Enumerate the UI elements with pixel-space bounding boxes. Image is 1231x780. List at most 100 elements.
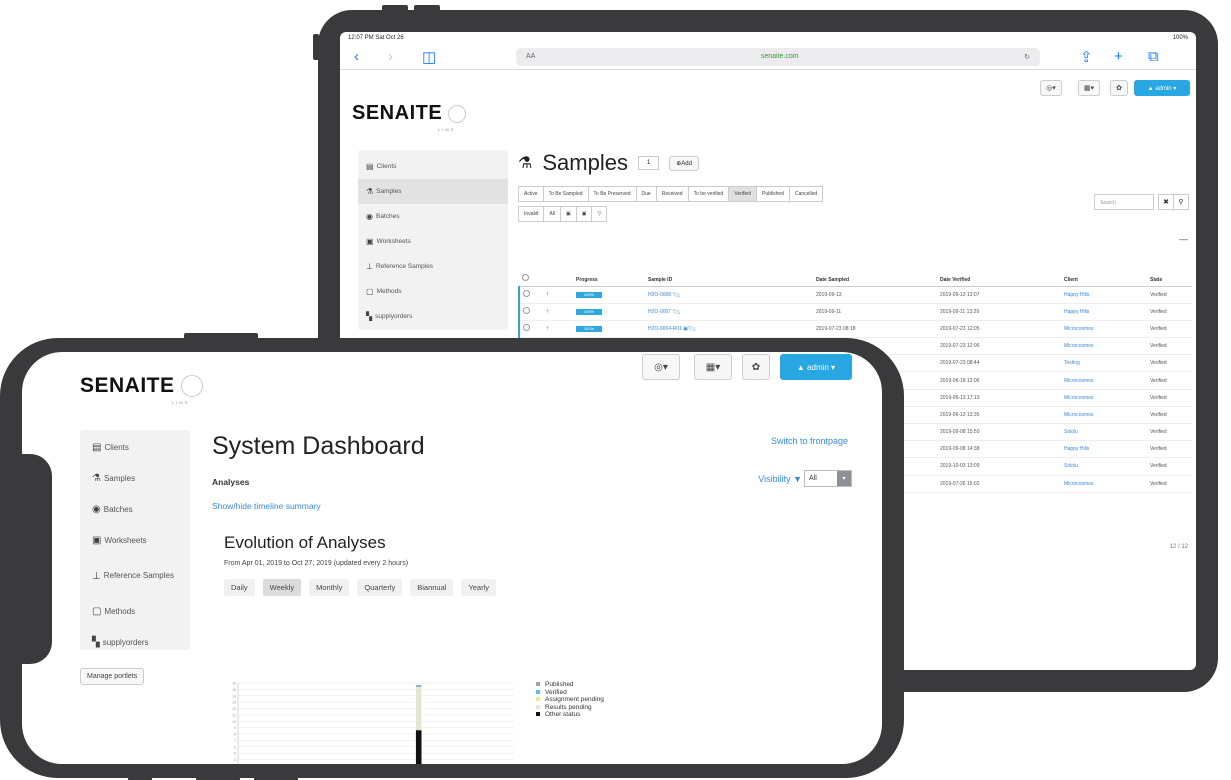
- sample-id-link[interactable]: H2O-0008 ▽△: [645, 286, 813, 304]
- reader-mode-icon[interactable]: AA: [526, 53, 535, 60]
- client-link[interactable]: Microcosmos: [1061, 371, 1147, 390]
- table-row[interactable]: † 100% H2O-0004-R01 ▣▽△ 2019-07-23 08:18 201…: [518, 320, 1192, 339]
- sidebar-item-methods[interactable]: ▢ Methods: [358, 279, 508, 304]
- period-button-yearly[interactable]: Yearly: [461, 579, 497, 596]
- sidebar-item-supplyorders[interactable]: ▚ supplyorders: [358, 304, 508, 329]
- client-link[interactable]: Microcosmos: [1061, 475, 1147, 493]
- filter-button[interactable]: Due: [635, 186, 657, 202]
- filter-button[interactable]: ▣: [560, 206, 577, 222]
- sidebar-item-clients[interactable]: ▤ Clients: [80, 432, 190, 463]
- apps-menu-button[interactable]: ▦▾: [694, 354, 732, 380]
- row-checkbox[interactable]: [523, 290, 530, 298]
- table-row[interactable]: † 100% H2O-0007 ▽△ 2019-09-11 2019-09-11 13:…: [518, 303, 1192, 321]
- admin-user-button[interactable]: ▲ admin ▾: [1134, 80, 1190, 96]
- sidebar-item-reference-samples[interactable]: ⊥ Reference Samples: [80, 556, 190, 596]
- search-input[interactable]: Search: [1094, 194, 1154, 210]
- filter-button[interactable]: Cancelled: [788, 186, 824, 202]
- sidebar-item-samples[interactable]: ⚗ Samples: [358, 179, 508, 204]
- client-link[interactable]: Testing: [1061, 354, 1147, 373]
- legend-label: Published: [545, 681, 574, 688]
- sidebar-item-worksheets[interactable]: ▣ Worksheets: [80, 525, 190, 556]
- client-link[interactable]: Sololu: [1061, 457, 1147, 476]
- client-link[interactable]: Microcosmos: [1061, 320, 1147, 339]
- row-checkbox[interactable]: [523, 307, 530, 315]
- show-hide-timeline-link[interactable]: Show/hide timeline summary: [212, 501, 852, 511]
- filter-button[interactable]: ▽: [591, 206, 608, 222]
- sidebar-item-reference-samples[interactable]: ⊥ Reference Samples: [358, 254, 508, 279]
- sidebar-item-batches[interactable]: ◉ Batches: [358, 204, 508, 229]
- settings-button[interactable]: ✿: [1110, 80, 1128, 96]
- new-tab-icon[interactable]: +: [1114, 48, 1148, 65]
- client-link[interactable]: Microcosmos: [1061, 406, 1147, 425]
- filter-button[interactable]: Invalid: [518, 206, 545, 222]
- row-select-cell[interactable]: [518, 320, 543, 339]
- row-select-cell[interactable]: [518, 286, 543, 304]
- sample-id-link[interactable]: H2O-0004-R01 ▣▽△: [645, 320, 813, 339]
- client-link[interactable]: Happy Hills: [1061, 286, 1147, 304]
- filter-button[interactable]: ▣: [575, 206, 593, 222]
- row-select-cell[interactable]: [518, 303, 543, 321]
- select-all-header[interactable]: [519, 264, 543, 287]
- column-header[interactable]: Sample ID: [645, 264, 813, 287]
- clear-search-icon[interactable]: ✖: [1158, 194, 1174, 210]
- visibility-select[interactable]: All ▾: [804, 470, 852, 487]
- filter-button[interactable]: To Be Sampled: [542, 186, 589, 202]
- filter-button[interactable]: To be verified: [687, 186, 730, 202]
- share-icon[interactable]: ⇪: [1080, 48, 1114, 66]
- column-header[interactable]: State: [1147, 264, 1192, 287]
- safari-toolbar: ‹ › ◫ AA senaite.com ↻ ⇪ + ⧉: [340, 44, 1196, 70]
- column-header[interactable]: Client: [1061, 264, 1147, 287]
- switch-to-frontpage-link[interactable]: Switch to frontpage: [771, 436, 848, 446]
- period-button-monthly[interactable]: Monthly: [309, 579, 350, 596]
- period-button-quarterly[interactable]: Quarterly: [357, 579, 403, 596]
- column-header[interactable]: Progress: [573, 264, 645, 287]
- sidebar-item-batches[interactable]: ◉ Batches: [80, 494, 190, 525]
- address-bar[interactable]: AA senaite.com ↻: [516, 47, 1040, 66]
- select-all-checkbox[interactable]: [522, 273, 529, 281]
- sidebar-item-methods[interactable]: ▢ Methods: [80, 596, 190, 627]
- client-link[interactable]: Microcosmos: [1061, 389, 1147, 407]
- column-header[interactable]: Date Verified: [937, 264, 1061, 287]
- column-header[interactable]: Date Sampled: [813, 264, 937, 287]
- globe-menu-button[interactable]: ◎▾: [642, 354, 680, 380]
- tabs-icon[interactable]: ⧉: [1148, 48, 1182, 65]
- bookmarks-icon[interactable]: ◫: [422, 48, 456, 66]
- period-button-biannual[interactable]: Biannual: [410, 579, 454, 596]
- settings-button[interactable]: ✿: [742, 354, 770, 380]
- filter-button[interactable]: To Be Preserved: [587, 186, 637, 202]
- filter-button[interactable]: Active: [518, 186, 544, 202]
- senaite-logo[interactable]: SENAITE LIMS: [352, 102, 467, 132]
- admin-user-button[interactable]: ▲ admin ▾: [780, 354, 852, 380]
- period-button-weekly[interactable]: Weekly: [262, 579, 302, 596]
- add-button[interactable]: ⊕Add: [669, 155, 699, 171]
- search-icon[interactable]: ⚲: [1173, 194, 1189, 210]
- sample-id-link[interactable]: H2O-0007 ▽△: [645, 303, 813, 321]
- filter-button[interactable]: Published: [756, 186, 790, 202]
- iphone-notch: [22, 454, 52, 664]
- filter-button[interactable]: All: [543, 206, 562, 222]
- sample-count-input[interactable]: 1: [637, 156, 660, 170]
- period-button-daily[interactable]: Daily: [224, 579, 255, 596]
- client-link[interactable]: Happy Hills: [1061, 440, 1147, 459]
- back-icon[interactable]: ‹: [354, 48, 388, 65]
- filter-button[interactable]: Received: [655, 186, 689, 202]
- globe-menu-button[interactable]: ◎▾: [1040, 80, 1062, 96]
- sidebar-item-worksheets[interactable]: ▣ Worksheets: [358, 229, 508, 254]
- row-checkbox[interactable]: [523, 324, 530, 332]
- senaite-logo[interactable]: SENAITE LIMS: [80, 374, 203, 405]
- client-link[interactable]: Sololu: [1061, 423, 1147, 442]
- table-row[interactable]: † 100% H2O-0008 ▽△ 2019-09-13 2019-09-13 13:…: [518, 286, 1192, 304]
- collapse-icon[interactable]: —: [1179, 234, 1188, 244]
- sidebar-item-label: Methods: [376, 287, 402, 295]
- sidebar-item-samples[interactable]: ⚗ Samples: [80, 463, 190, 494]
- apps-menu-button[interactable]: ▦▾: [1078, 80, 1100, 96]
- forward-icon[interactable]: ›: [388, 48, 422, 65]
- manage-portlets-button[interactable]: Manage portlets: [80, 668, 145, 685]
- sidebar-item-supplyorders[interactable]: ▚ supplyorders: [80, 627, 190, 658]
- filter-button[interactable]: Verified: [728, 186, 757, 202]
- sidebar-item-clients[interactable]: ▤ Clients: [358, 154, 508, 179]
- visibility-toggle[interactable]: Visibility ▼: [758, 474, 802, 484]
- client-link[interactable]: Microcosmos: [1061, 337, 1147, 356]
- client-link[interactable]: Happy Hills: [1061, 303, 1147, 321]
- reload-icon[interactable]: ↻: [1024, 53, 1030, 61]
